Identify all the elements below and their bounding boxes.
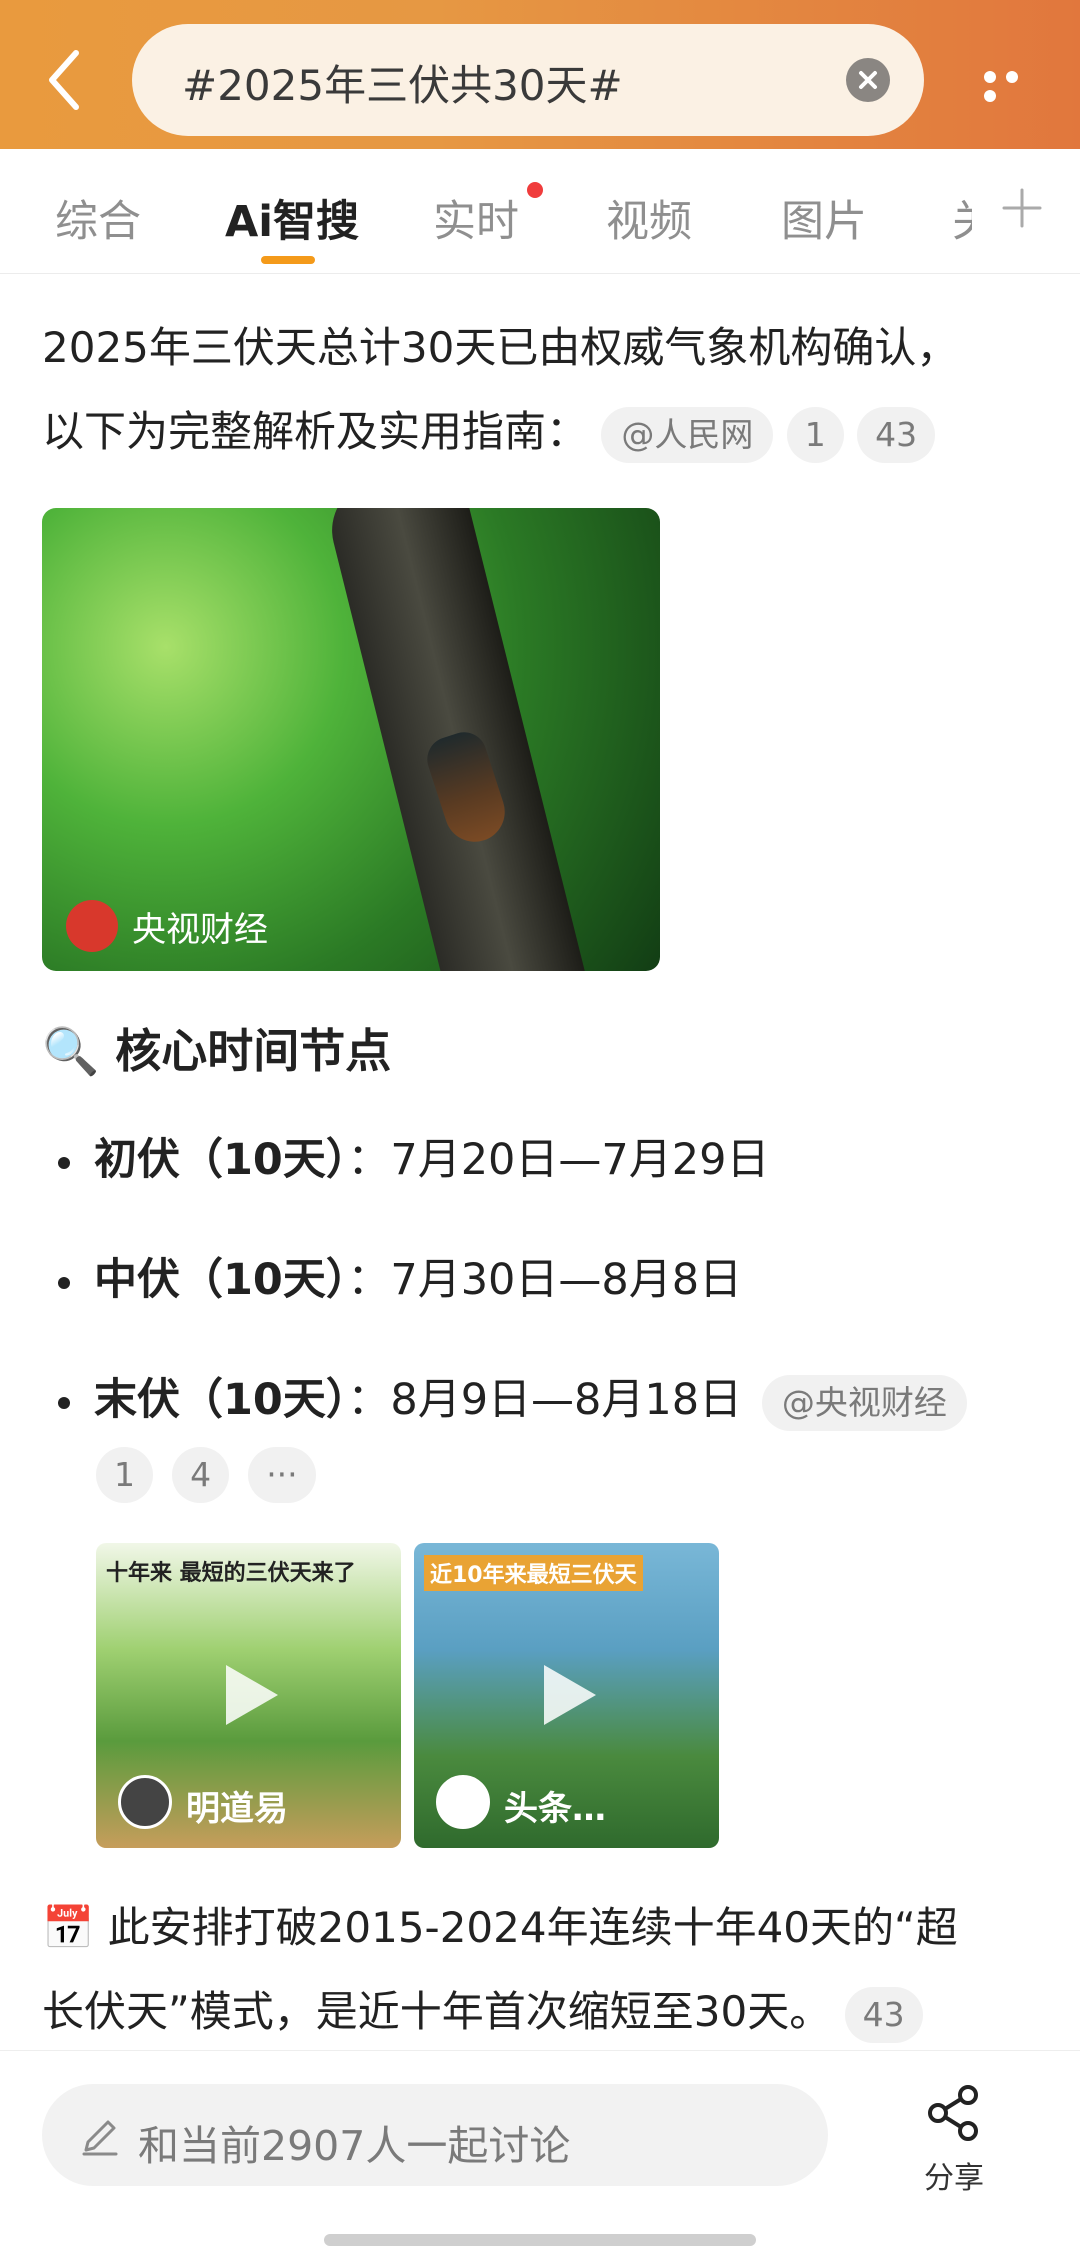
search-query: #2025年三伏共30天# (182, 61, 623, 110)
note-text-2: 长伏天”模式，是近十年首次缩短至30天。 (42, 1987, 832, 2036)
play-icon[interactable] (208, 1655, 288, 1735)
period-sep: ： (347, 1375, 391, 1425)
video-overlay-title: 十年来 最短的三伏天来了 (106, 1561, 356, 1586)
share-button[interactable]: 分享 (912, 2081, 996, 2196)
video-author: 头条… (504, 1789, 606, 1829)
tab-ai-search[interactable]: Ai智搜 (225, 187, 359, 249)
more-icon[interactable] (984, 68, 1048, 102)
reference-chip[interactable]: 1 (96, 1447, 153, 1503)
intro-line-2-text: 以下为完整解析及实用指南： (42, 407, 589, 456)
magnifier-icon: 🔍 (42, 1024, 100, 1078)
note-line-2: 长伏天”模式，是近十年首次缩短至30天。 43 (42, 1970, 923, 2054)
search-input[interactable]: #2025年三伏共30天# (132, 24, 924, 136)
share-icon (928, 2085, 978, 2141)
cctv-finance-logo-icon (66, 900, 118, 952)
clear-icon[interactable] (846, 58, 890, 102)
video-thumbnail[interactable]: 十年来 最短的三伏天来了 明道易 (96, 1543, 401, 1848)
period-name: 中伏（10天） (94, 1255, 348, 1305)
period-sep: ： (347, 1255, 391, 1305)
reference-chip[interactable]: 1 (786, 406, 844, 463)
note-line-1: 📅 此安排打破2015-2024年连续十年40天的“超 (42, 1886, 958, 1970)
avatar (118, 1775, 172, 1829)
reference-chips: 1 4 ··· (96, 1447, 330, 1503)
comment-placeholder: 和当前2907人一起讨论 (138, 2122, 571, 2170)
realtime-badge-dot (527, 182, 543, 198)
video-overlay-title: 近10年来最短三伏天 (424, 1555, 643, 1591)
tab-more[interactable]: 关 (952, 187, 972, 249)
bullet (58, 1156, 70, 1169)
comment-input[interactable]: 和当前2907人一起讨论 (42, 2084, 828, 2186)
list-item: 末伏（10天）：8月9日—8月18日 @央视财经 (58, 1365, 967, 1431)
tab-bar: 综合 Ai智搜 实时 视频 图片 关 (0, 149, 1080, 274)
list-item: 中伏（10天）：7月30日—8月8日 (58, 1245, 742, 1307)
calendar-icon: 📅 (42, 1903, 95, 1952)
period-range: 8月9日—8月18日 (390, 1375, 743, 1425)
tab-realtime[interactable]: 实时 (433, 187, 519, 249)
reference-chip[interactable]: 43 (857, 406, 936, 463)
intro-line-1: 2025年三伏天总计30天已由权威气象机构确认， (42, 323, 959, 372)
share-label: 分享 (924, 2161, 984, 2196)
play-icon[interactable] (526, 1655, 606, 1735)
intro-line-2: 以下为完整解析及实用指南： @人民网 1 43 (42, 390, 936, 474)
toutiao-news-logo-icon (436, 1775, 490, 1829)
section-title: 核心时间节点 (115, 1024, 392, 1078)
video-thumbnail[interactable]: 近10年来最短三伏天 头条… (414, 1543, 719, 1848)
image-source-label: 央视财经 (132, 910, 268, 950)
period-sep: ： (347, 1135, 391, 1185)
top-bar: #2025年三伏共30天# (0, 0, 1080, 149)
back-arrow-icon[interactable] (40, 45, 90, 115)
bullet (58, 1276, 70, 1289)
source-chip[interactable]: @人民网 (601, 406, 774, 463)
active-tab-indicator (261, 256, 315, 264)
video-author: 明道易 (186, 1789, 288, 1829)
more-references-chip[interactable]: ··· (248, 1447, 316, 1503)
pencil-icon (82, 2120, 118, 2156)
list-item: 初伏（10天）：7月20日—7月29日 (58, 1125, 770, 1187)
note-text-1: 此安排打破2015-2024年连续十年40天的“超 (107, 1903, 958, 1952)
tab-image[interactable]: 图片 (781, 187, 867, 249)
reference-chip[interactable]: 43 (844, 1986, 923, 2043)
tab-综合[interactable]: 综合 (55, 187, 141, 249)
tab-video[interactable]: 视频 (606, 187, 692, 249)
period-range: 7月30日—8月8日 (390, 1255, 743, 1305)
cicada-photo[interactable]: 央视财经 (42, 508, 660, 971)
period-range: 7月20日—7月29日 (390, 1135, 770, 1185)
home-indicator (324, 2234, 756, 2246)
section-heading: 🔍 核心时间节点 (42, 1015, 391, 1081)
source-chip[interactable]: @央视财经 (761, 1374, 967, 1431)
period-name: 初伏（10天） (94, 1135, 348, 1185)
bullet (58, 1396, 70, 1409)
period-name: 末伏（10天） (94, 1375, 348, 1425)
add-tab-icon[interactable] (1000, 186, 1044, 230)
reference-chip[interactable]: 4 (172, 1447, 230, 1503)
